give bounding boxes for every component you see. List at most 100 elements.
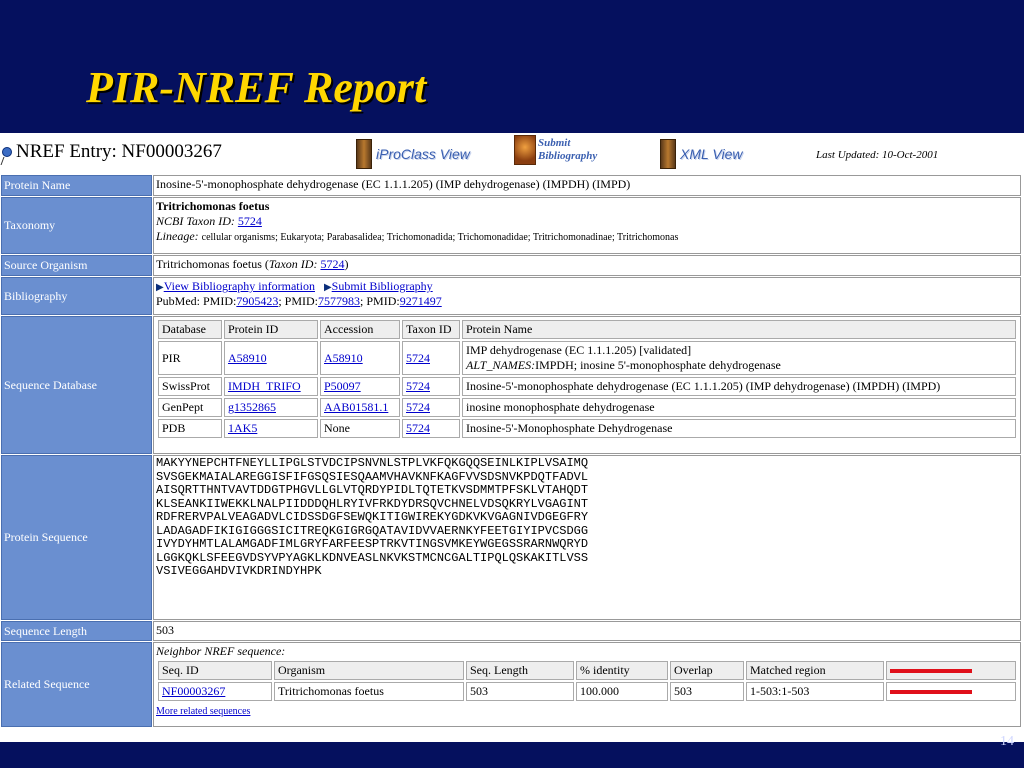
more-related-sequences-link[interactable]: More related sequences [156,706,250,717]
neighbor-caption: Neighbor NREF sequence: [156,644,286,658]
submit-label-line2: Bibliography [538,150,598,162]
column-header: Seq. Length [466,661,574,680]
report-header: NREF Entry: NF00003267 iProClass View Su… [0,133,1024,173]
view-bibliography-link[interactable]: View Bibliography information [164,279,315,293]
triangle-right-icon: ▶ [156,282,164,293]
table-row: NF00003267 Tritrichomonas foetus 503 100… [158,682,1016,701]
xml-view-button[interactable]: XML View [660,139,743,169]
protein-name-cell: Inosine-5'-Monophosphate Dehydrogenase [462,419,1016,438]
column-header: Taxon ID [402,320,460,339]
organism-cell: Tritrichomonas foetus [274,682,464,701]
protein-sequence-label: Protein Sequence [1,455,152,620]
source-organism-suffix: ) [344,257,349,271]
column-header: Accession [320,320,400,339]
lineage-value: cellular organisms; Eukaryota; Parabasal… [201,232,679,243]
database-cell: PDB [158,419,222,438]
related-sequence-table: Seq. ID Organism Seq. Length % identity … [156,659,1018,703]
database-cell: SwissProt [158,377,222,396]
pen-icon [514,135,536,165]
seq-id-link[interactable]: NF00003267 [162,684,225,698]
xml-view-label: XML View [680,146,743,162]
source-taxon-link[interactable]: 5724 [320,257,344,271]
taxon-id-link[interactable]: 5724 [406,379,430,393]
sequence-length-value: 503 [153,621,1021,641]
pmid-link[interactable]: 7905423 [236,294,278,308]
pubmed-label: PubMed: PMID: [156,294,237,308]
table-row: GenPept g1352865 AAB01581.1 5724 inosine… [158,398,1016,417]
submit-bibliography-button[interactable]: Submit Bibliography [514,135,597,165]
table-row: PDB 1AK5 None 5724 Inosine-5'-Monophosph… [158,419,1016,438]
related-sequence-label: Related Sequence [1,642,152,727]
pmid-separator: ; PMID: [278,294,319,308]
identity-cell: 100.000 [576,682,668,701]
pmid-link[interactable]: 9271497 [400,294,442,308]
match-bar-header [886,661,1016,680]
column-header: Overlap [670,661,744,680]
ncbi-taxon-link[interactable]: 5724 [238,214,262,228]
taxon-id-link[interactable]: 5724 [406,421,430,435]
triangle-right-icon: ▶ [323,282,332,293]
sequence-database-label: Sequence Database [1,316,152,454]
source-taxon-label: Taxon ID: [268,257,318,271]
match-bar [890,669,972,674]
table-row: SwissProt IMDH_TRIFO P50097 5724 Inosine… [158,377,1016,396]
ncbi-taxon-label: NCBI Taxon ID: [156,214,235,228]
last-updated: Last Updated: 10-Oct-2001 [816,149,939,161]
protein-id-link[interactable]: A58910 [228,351,267,365]
page-number: 14 [1000,734,1014,749]
accession-link[interactable]: A58910 [324,351,363,365]
accession-link[interactable]: AAB01581.1 [324,400,388,414]
sequence-database-table: Database Protein ID Accession Taxon ID P… [156,318,1018,440]
entry-title: NREF Entry: NF00003267 [16,141,222,162]
alt-names-label: ALT_NAMES: [466,358,536,372]
taxon-id-link[interactable]: 5724 [406,351,430,365]
pmid-link[interactable]: 7577983 [318,294,360,308]
nref-report: NREF Entry: NF00003267 iProClass View Su… [0,133,1024,742]
seq-length-cell: 503 [466,682,574,701]
report-table: Protein Name Inosine-5'-monophosphate de… [0,174,1022,728]
bullet-icon [2,147,12,157]
column-header: % identity [576,661,668,680]
protein-name-label: Protein Name [1,175,152,196]
protein-id-link[interactable]: g1352865 [228,400,276,414]
table-header-row: Database Protein ID Accession Taxon ID P… [158,320,1016,339]
iproclass-view-button[interactable]: iProClass View [356,139,470,169]
column-header: Protein Name [462,320,1016,339]
protein-name-cell: Inosine-5'-monophosphate dehydrogenase (… [462,377,1016,396]
accession-cell: None [320,419,400,438]
column-header: Protein ID [224,320,318,339]
protein-name-text: IMP dehydrogenase (EC 1.1.1.205) [valida… [466,343,692,357]
book-icon [356,139,372,169]
matched-region-cell: 1-503:1-503 [746,682,884,701]
lineage-label: Lineage: [156,229,199,243]
submit-bibliography-link[interactable]: Submit Bibliography [332,279,433,293]
column-header: Seq. ID [158,661,272,680]
taxon-id-link[interactable]: 5724 [406,400,430,414]
source-organism-label: Source Organism [1,255,152,276]
protein-name-cell: inosine monophosphate dehydrogenase [462,398,1016,417]
database-cell: GenPept [158,398,222,417]
alt-names-value: IMPDH; inosine 5'-monophosphate dehydrog… [535,358,781,372]
column-header: Matched region [746,661,884,680]
protein-sequence-value: MAKYYNEPCHTFNEYLLIPGLSTVDCIPSNVNLSTPLVKF… [153,455,1021,620]
table-header-row: Seq. ID Organism Seq. Length % identity … [158,661,1016,680]
accession-link[interactable]: P50097 [324,379,361,393]
column-header: Database [158,320,222,339]
source-organism-name: Tritrichomonas foetus ( [156,257,269,271]
sequence-length-label: Sequence Length [1,621,152,641]
taxonomy-name: Tritrichomonas foetus [156,199,270,213]
slide-title: PIR-NREF Report [86,63,427,112]
iproclass-view-label: iProClass View [376,146,470,162]
bibliography-value: ▶View Bibliography information ▶Submit B… [153,277,1021,315]
column-header: Organism [274,661,464,680]
protein-id-link[interactable]: 1AK5 [228,421,257,435]
book-icon [660,139,676,169]
overlap-cell: 503 [670,682,744,701]
protein-name-cell: IMP dehydrogenase (EC 1.1.1.205) [valida… [462,341,1016,375]
table-row: PIR A58910 A58910 5724 IMP dehydrogenase… [158,341,1016,375]
submit-label-line1: Submit [538,137,571,149]
sequence-database-value: Database Protein ID Accession Taxon ID P… [153,316,1021,454]
bibliography-label: Bibliography [1,277,152,315]
protein-id-link[interactable]: IMDH_TRIFO [228,379,301,393]
match-bar [890,690,972,695]
